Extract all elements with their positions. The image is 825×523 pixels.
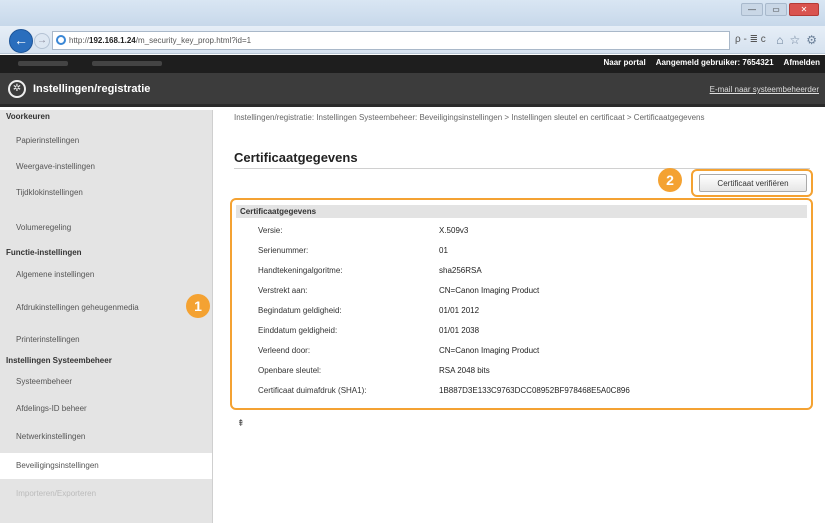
sidebar-item-afdelings-id[interactable]: Afdelings-ID beheer	[0, 396, 212, 422]
url-host: 192.168.1.24	[89, 36, 136, 45]
cert-row: Openbare sleutel: RSA 2048 bits	[258, 362, 798, 382]
sidebar: Voorkeuren Papierinstellingen Weergave-i…	[0, 110, 213, 523]
callout-badge-2: 2	[658, 168, 682, 192]
back-to-top-icon[interactable]: ⇞	[237, 418, 245, 429]
cert-value: sha256RSA	[439, 266, 482, 275]
cert-row: Versie: X.509v3	[258, 222, 798, 242]
cert-label: Handtekeningalgoritme:	[258, 266, 343, 275]
settings-gear-icon[interactable]: ⚙	[806, 33, 817, 47]
home-icon[interactable]: ⌂	[776, 33, 783, 47]
back-button[interactable]: ←	[9, 29, 33, 53]
app-header: ✲ Instellingen/registratie E-mail naar s…	[0, 73, 825, 107]
cert-row: Begindatum geldigheid: 01/01 2012	[258, 302, 798, 322]
logout-link[interactable]: Afmelden	[784, 58, 820, 67]
top-links: Naar portal Aangemeld gebruiker: 7654321…	[603, 58, 820, 67]
browser-titlebar: — ▭ ✕	[0, 0, 825, 26]
sidebar-section-title: Instellingen Systeembeheer	[6, 356, 112, 365]
address-bar[interactable]: http://192.168.1.24/m_security_key_prop.…	[52, 31, 730, 50]
logged-in-user: Aangemeld gebruiker: 7654321	[655, 58, 774, 67]
cert-label: Einddatum geldigheid:	[258, 326, 338, 335]
cert-row: Certificaat duimafdruk (SHA1): 1B887D3E1…	[258, 382, 798, 402]
maximize-button[interactable]: ▭	[765, 3, 787, 16]
close-window-button[interactable]: ✕	[789, 3, 819, 16]
cert-label: Begindatum geldigheid:	[258, 306, 342, 315]
certificate-section-header: Certificaatgegevens	[236, 205, 807, 218]
browser-navbar: ← → http://192.168.1.24/m_security_key_p…	[0, 26, 825, 54]
cert-value: 01/01 2038	[439, 326, 480, 335]
cert-label: Versie:	[258, 226, 283, 235]
window-controls: — ▭ ✕	[741, 3, 819, 16]
cert-value: RSA 2048 bits	[439, 366, 490, 375]
cert-value: 01	[439, 246, 448, 255]
minimize-button[interactable]: —	[741, 3, 763, 16]
sidebar-item-weergave[interactable]: Weergave-instellingen	[0, 154, 212, 180]
cert-row: Verleend door: CN=Canon Imaging Product	[258, 342, 798, 362]
sidebar-item-papier[interactable]: Papierinstellingen	[0, 128, 212, 154]
redacted-text	[92, 61, 162, 66]
verify-certificate-button[interactable]: Certificaat verifiëren	[699, 174, 807, 192]
cert-row: Einddatum geldigheid: 01/01 2038	[258, 322, 798, 342]
app-title: Instellingen/registratie	[33, 83, 151, 95]
forward-button[interactable]: →	[34, 33, 50, 49]
cert-row: Handtekeningalgoritme: sha256RSA	[258, 262, 798, 282]
cert-value: CN=Canon Imaging Product	[439, 286, 540, 295]
cert-value: 01/01 2012	[439, 306, 480, 315]
sidebar-item-systeembeheer[interactable]: Systeembeheer	[0, 369, 212, 395]
settings-logo-icon: ✲	[8, 80, 26, 98]
ie-icon	[56, 35, 66, 45]
cert-value: CN=Canon Imaging Product	[439, 346, 540, 355]
sidebar-item-beveiliging[interactable]: Beveiligingsinstellingen	[0, 453, 212, 479]
cert-value: X.509v3	[439, 226, 469, 235]
address-tools[interactable]: ρ - ≣ c	[735, 34, 766, 45]
cert-label: Serienummer:	[258, 246, 309, 255]
sidebar-item-tijdklok[interactable]: Tijdklokinstellingen	[0, 180, 212, 206]
app-topbar: Naar portal Aangemeld gebruiker: 7654321…	[0, 55, 825, 73]
sidebar-item-importeren[interactable]: Importeren/Exporteren	[0, 481, 212, 507]
callout-badge-1: 1	[186, 294, 210, 318]
cert-row: Verstrekt aan: CN=Canon Imaging Product	[258, 282, 798, 302]
url-path: /m_security_key_prop.html?id=1	[135, 36, 252, 45]
favorites-icon[interactable]: ☆	[789, 33, 800, 47]
browser-toolbar-icons: ⌂ ☆ ⚙	[776, 33, 817, 47]
email-admin-link[interactable]: E-mail naar systeembeheerder	[710, 85, 819, 94]
cert-label: Certificaat duimafdruk (SHA1):	[258, 386, 367, 395]
portal-link[interactable]: Naar portal	[603, 58, 645, 67]
cert-row: Serienummer: 01	[258, 242, 798, 262]
sidebar-item-printer[interactable]: Printerinstellingen	[0, 327, 212, 353]
sidebar-section-title: Functie-instellingen	[6, 248, 82, 257]
sidebar-item-algemeen[interactable]: Algemene instellingen	[0, 262, 212, 288]
cert-label: Verleend door:	[258, 346, 311, 355]
cert-value: 1B887D3E133C9763DCC08952BF978468E5A0C896	[439, 386, 630, 395]
sidebar-item-netwerk[interactable]: Netwerkinstellingen	[0, 424, 212, 450]
sidebar-item-afdruk-geheugenmedia[interactable]: Afdrukinstellingen geheugenmedia	[0, 295, 212, 321]
breadcrumb: Instellingen/registratie: Instellingen S…	[234, 113, 705, 122]
sidebar-item-volume[interactable]: Volumeregeling	[0, 215, 212, 241]
cert-label: Openbare sleutel:	[258, 366, 322, 375]
page-title: Certificaatgegevens	[234, 150, 358, 165]
redacted-text	[18, 61, 68, 66]
sidebar-section-title: Voorkeuren	[6, 112, 50, 121]
url-prefix: http://	[69, 36, 90, 45]
cert-label: Verstrekt aan:	[258, 286, 308, 295]
